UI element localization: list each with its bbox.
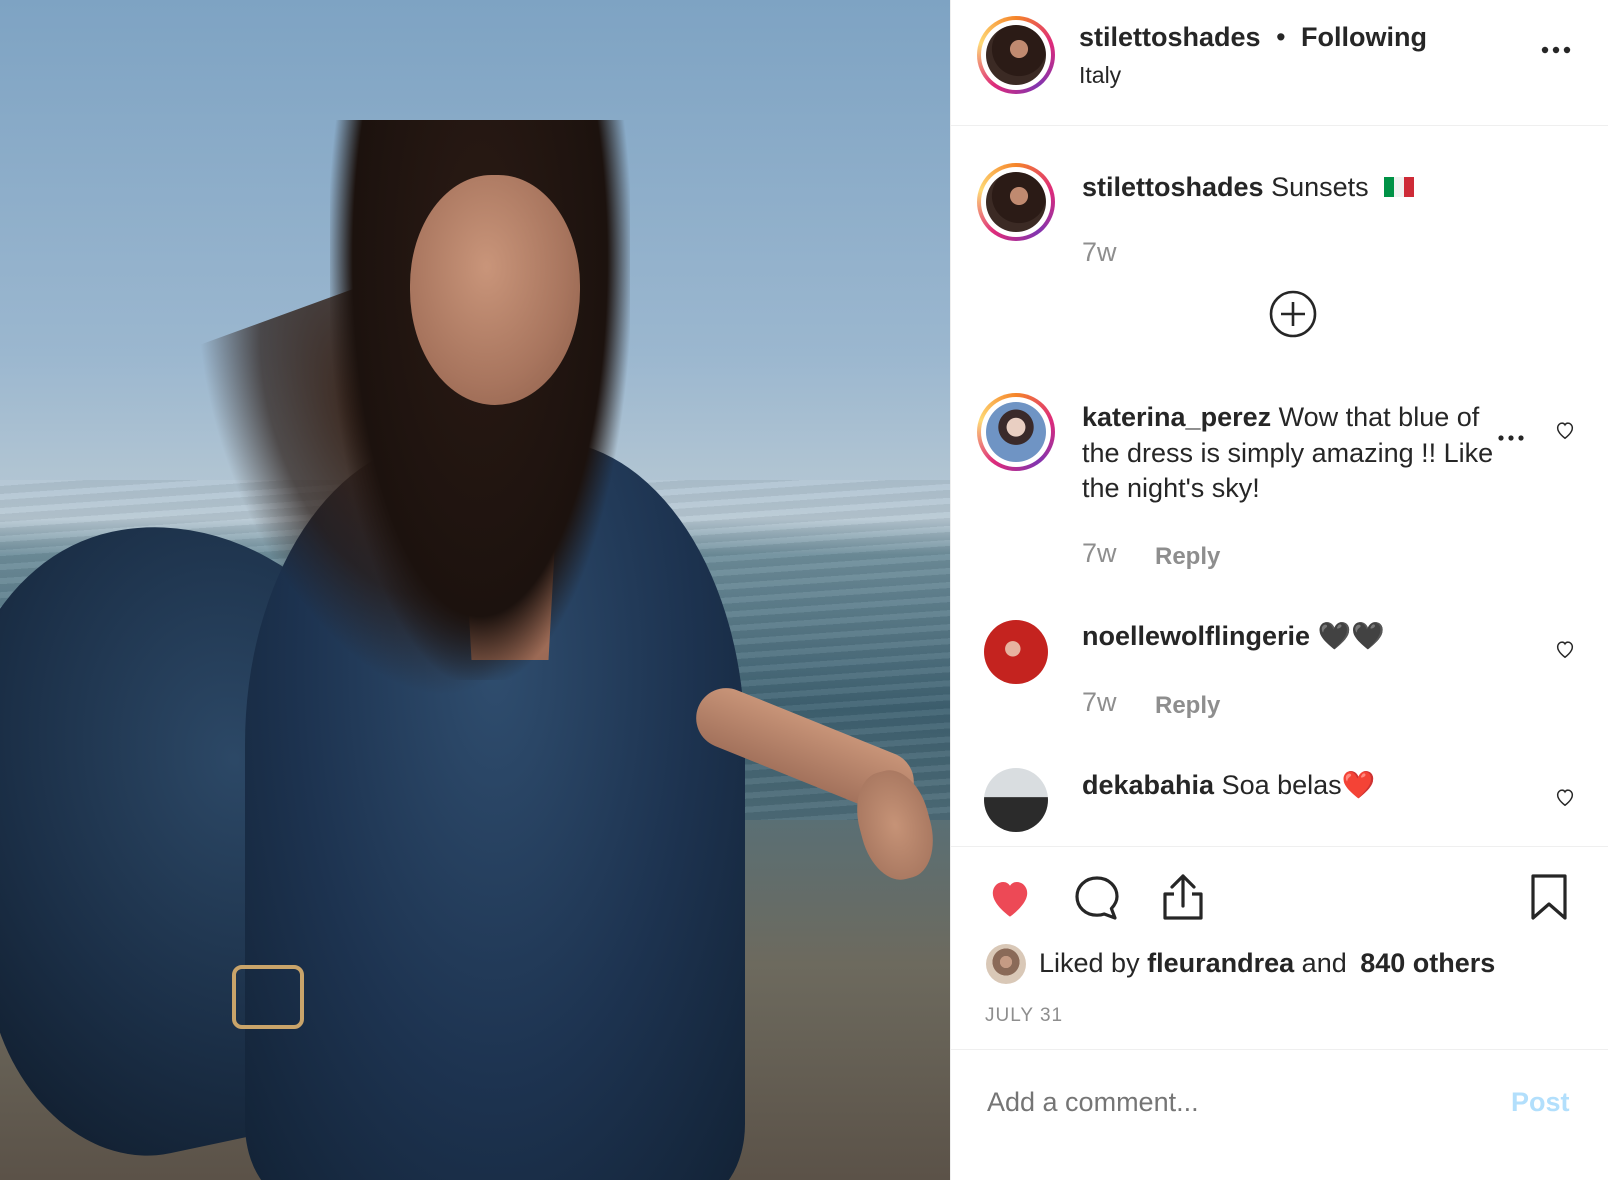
comment-line: dekabahia Soa belas❤️ xyxy=(1082,768,1375,803)
reply-button[interactable]: Reply xyxy=(1155,543,1220,571)
comment-time[interactable]: 7w xyxy=(1082,687,1117,718)
likes-conjunction: and xyxy=(1301,948,1347,978)
heart-outline-icon[interactable] xyxy=(1554,638,1576,660)
comment-avatar[interactable] xyxy=(977,393,1055,471)
following-button[interactable]: Following xyxy=(1301,22,1427,52)
comment-input[interactable] xyxy=(987,1080,1487,1124)
header-username[interactable]: stilettoshades xyxy=(1079,22,1261,52)
heart-outline-icon[interactable] xyxy=(1554,786,1576,808)
post-photo[interactable] xyxy=(0,0,950,1180)
post-button[interactable]: Post xyxy=(1511,1087,1570,1118)
comment-text: Soa belas xyxy=(1221,770,1342,800)
comment-username[interactable]: noellewolflingerie xyxy=(1082,621,1310,651)
bookmark-icon[interactable] xyxy=(1529,872,1569,922)
comment-avatar[interactable] xyxy=(984,620,1048,684)
comment-time[interactable]: 7w xyxy=(1082,538,1117,569)
comment-line: katerina_perez Wow that blue of xyxy=(1082,400,1479,435)
header-divider xyxy=(951,125,1608,126)
caption-text: Sunsets xyxy=(1271,172,1369,202)
likes-summary: Liked by fleurandrea and 840 others xyxy=(1039,948,1495,979)
caption: stilettoshades Sunsets xyxy=(1082,172,1415,204)
italy-flag-icon xyxy=(1384,173,1415,204)
liker-avatar[interactable] xyxy=(986,944,1026,984)
heart-outline-icon[interactable] xyxy=(1554,419,1576,441)
likes-prefix: Liked by xyxy=(1039,948,1140,978)
heart-filled-icon[interactable] xyxy=(985,874,1035,922)
caption-time[interactable]: 7w xyxy=(1082,237,1117,268)
comment-emoji: 🖤🖤 xyxy=(1317,621,1385,651)
reply-button[interactable]: Reply xyxy=(1155,692,1220,720)
comment-text: Wow that blue of xyxy=(1278,402,1480,432)
share-upload-icon[interactable] xyxy=(1161,872,1205,922)
plus-circle-icon[interactable] xyxy=(1268,289,1318,339)
comment-line: noellewolflingerie 🖤🖤 xyxy=(1082,619,1385,654)
comment-text-line3: the night's sky! xyxy=(1082,473,1260,503)
header-title: stilettoshades • Following xyxy=(1079,22,1427,53)
likes-others-link[interactable]: 840 others xyxy=(1360,948,1495,978)
header-separator: • xyxy=(1276,22,1286,52)
header-location[interactable]: Italy xyxy=(1079,62,1121,89)
comment-username[interactable]: dekabahia xyxy=(1082,770,1214,800)
caption-avatar[interactable] xyxy=(977,163,1055,241)
comment-username[interactable]: katerina_perez xyxy=(1082,402,1271,432)
post-container: stilettoshades • Following Italy stilett… xyxy=(0,0,1608,1180)
comment-emoji: ❤️ xyxy=(1341,770,1376,800)
photo-bracelet xyxy=(232,965,304,1029)
post-side-panel: stilettoshades • Following Italy stilett… xyxy=(950,0,1608,1180)
caption-username[interactable]: stilettoshades xyxy=(1082,172,1264,202)
comment-more-icon[interactable] xyxy=(1496,430,1526,441)
photo-face xyxy=(410,175,580,405)
liker-username[interactable]: fleurandrea xyxy=(1147,948,1294,978)
comment-text-line2: the dress is simply amazing !! Like xyxy=(1082,438,1494,468)
comment-bubble-icon[interactable] xyxy=(1073,874,1121,922)
post-date[interactable]: JULY 31 xyxy=(985,1005,1063,1027)
actions-divider xyxy=(951,846,1608,847)
header-avatar[interactable] xyxy=(977,16,1055,94)
comment-avatar[interactable] xyxy=(984,768,1048,832)
comment-box-divider xyxy=(951,1049,1608,1050)
more-horizontal-icon[interactable] xyxy=(1539,40,1575,60)
